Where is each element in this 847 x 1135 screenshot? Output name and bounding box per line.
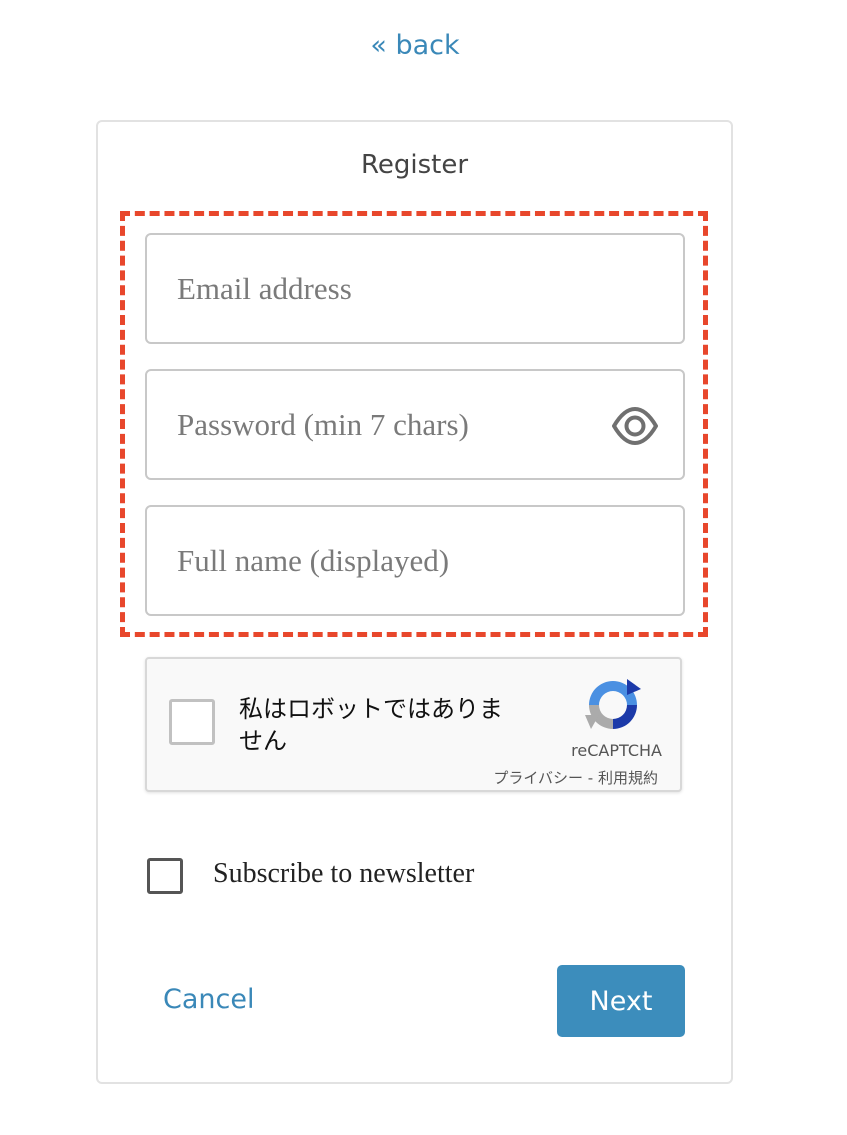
- next-button[interactable]: Next: [557, 965, 685, 1037]
- email-field[interactable]: [147, 235, 683, 342]
- newsletter-checkbox[interactable]: [147, 858, 183, 894]
- recaptcha-widget: 私はロボットではありません reCAPTCHA プライバシー - 利用規約: [145, 657, 682, 792]
- password-field-container: [145, 369, 685, 480]
- recaptcha-label: 私はロボットではありません: [239, 695, 503, 755]
- recaptcha-logo-icon: [583, 675, 643, 735]
- back-link[interactable]: « back: [0, 30, 830, 61]
- register-page: « back Register 私はロボットではありません: [0, 0, 847, 1135]
- recaptcha-privacy-link[interactable]: プライバシー: [493, 769, 583, 787]
- full-name-field-container: [145, 505, 685, 616]
- recaptcha-link-separator: -: [583, 769, 598, 787]
- newsletter-label[interactable]: Subscribe to newsletter: [213, 858, 474, 890]
- recaptcha-brand: reCAPTCHA: [571, 741, 662, 760]
- page-title: Register: [360, 150, 469, 180]
- full-name-field[interactable]: [147, 507, 683, 614]
- eye-icon[interactable]: [611, 404, 659, 448]
- email-field-container: [145, 233, 685, 344]
- cancel-button[interactable]: Cancel: [163, 984, 254, 1015]
- recaptcha-terms-link[interactable]: 利用規約: [598, 769, 658, 787]
- password-field[interactable]: [147, 371, 683, 478]
- recaptcha-links: プライバシー - 利用規約: [493, 767, 658, 788]
- recaptcha-checkbox[interactable]: [169, 699, 215, 745]
